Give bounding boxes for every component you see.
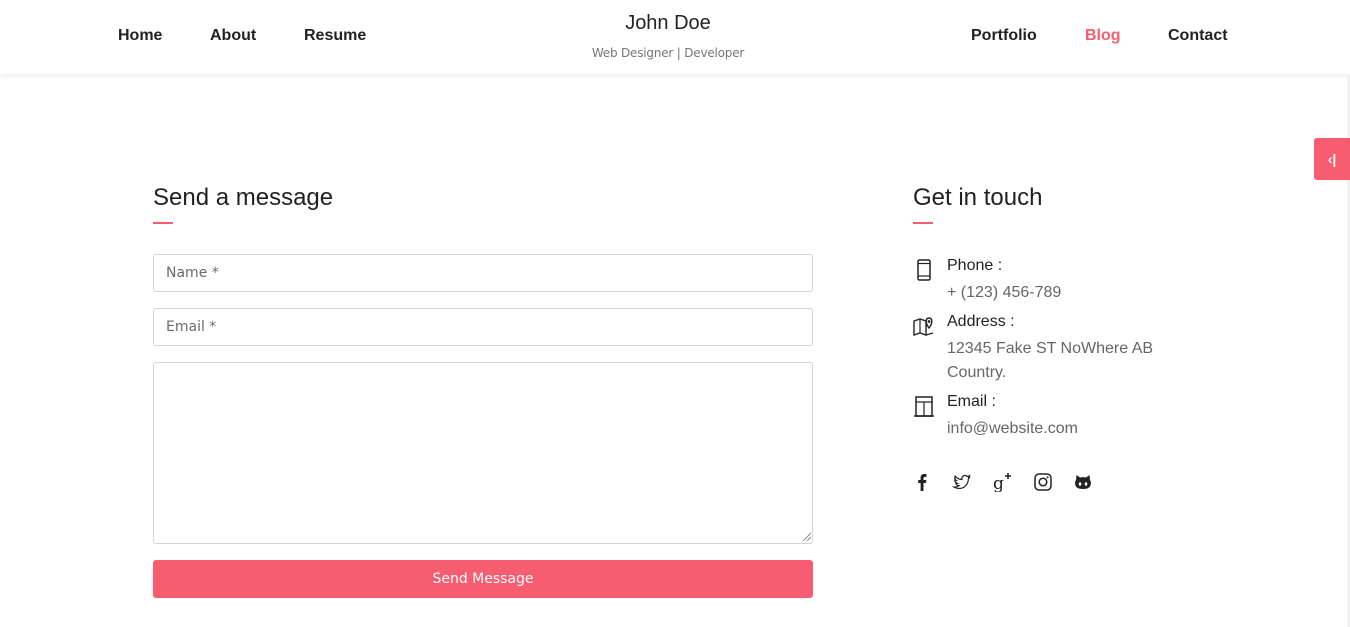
phone-label: Phone : xyxy=(947,257,1003,274)
address-value: 12345 Fake ST NoWhere AB Country. xyxy=(947,340,1154,381)
contact-phone: Phone : + (123) 456-789 xyxy=(913,257,1233,307)
nav-resume[interactable]: Resume xyxy=(304,27,366,45)
side-panel-toggle-button[interactable]: ‹| xyxy=(1314,138,1350,180)
github-icon[interactable] xyxy=(1073,472,1093,492)
name-input[interactable] xyxy=(153,254,813,292)
contact-email: Email : info@website.com xyxy=(913,393,1233,443)
instagram-icon[interactable] xyxy=(1033,472,1053,492)
nav-portfolio[interactable]: Portfolio xyxy=(971,27,1037,45)
email-label: Email : xyxy=(947,393,996,410)
email-input[interactable] xyxy=(153,308,813,346)
form-title-underline xyxy=(153,222,173,224)
address-label: Address : xyxy=(947,313,1015,330)
site-header: Home About Resume John Doe Web Designer … xyxy=(0,0,1350,74)
nav-contact[interactable]: Contact xyxy=(1168,27,1228,45)
email-value[interactable]: info@website.com xyxy=(947,417,1078,441)
send-message-button[interactable]: Send Message xyxy=(153,560,813,598)
message-textarea[interactable] xyxy=(153,362,813,544)
email-icon xyxy=(914,396,934,417)
twitter-icon[interactable] xyxy=(952,472,972,492)
site-title[interactable]: John Doe xyxy=(568,12,768,35)
phone-icon xyxy=(917,259,931,281)
contact-title-underline xyxy=(913,222,933,224)
phone-value: + (123) 456-789 xyxy=(947,284,1062,301)
nav-blog[interactable]: Blog xyxy=(1085,27,1121,45)
svg-text:g: g xyxy=(993,474,1004,492)
site-tagline: Web Designer | Developer xyxy=(591,46,745,60)
map-icon xyxy=(913,317,934,336)
resize-handle-icon[interactable] xyxy=(801,531,811,541)
nav-about[interactable]: About xyxy=(210,27,256,45)
nav-home[interactable]: Home xyxy=(118,27,162,45)
facebook-icon[interactable] xyxy=(912,472,932,492)
contact-title: Get in touch xyxy=(913,184,1043,211)
form-title: Send a message xyxy=(153,184,334,211)
google-plus-icon[interactable]: g xyxy=(992,472,1012,492)
collapse-left-icon: ‹| xyxy=(1327,151,1337,167)
contact-address: Address : 12345 Fake ST NoWhere AB Count… xyxy=(913,313,1233,385)
